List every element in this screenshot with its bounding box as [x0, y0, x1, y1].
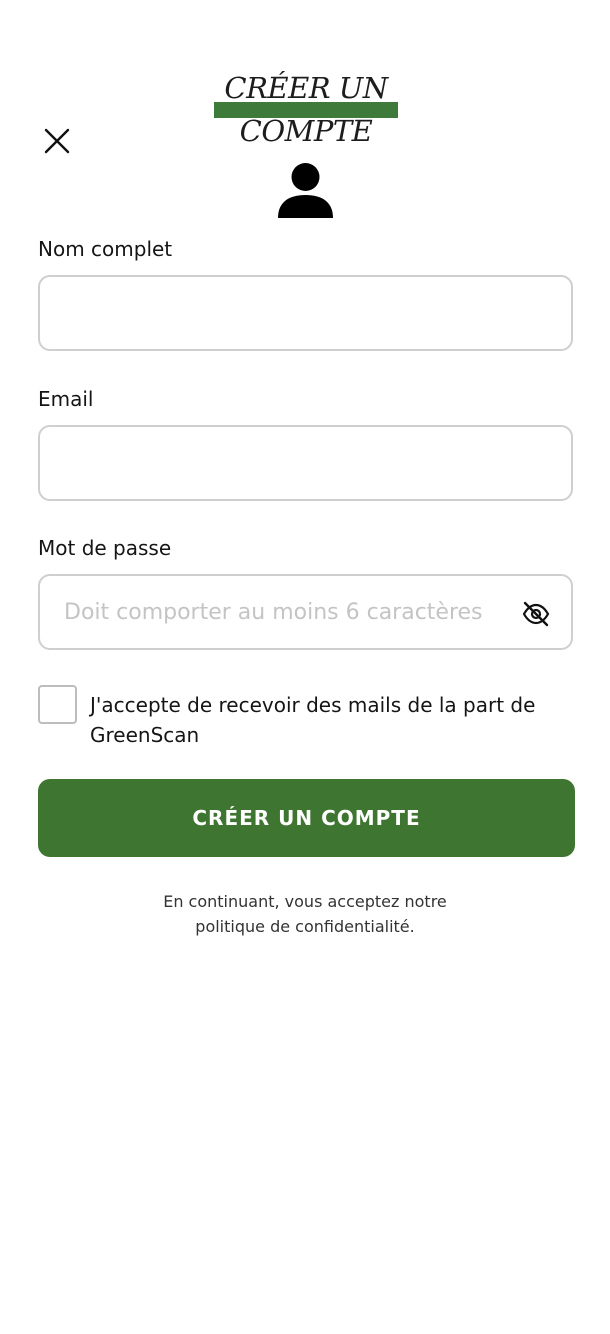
- password-field[interactable]: [38, 574, 573, 650]
- close-icon: [44, 128, 70, 154]
- newsletter-label[interactable]: J'accepte de recevoir des mails de la pa…: [90, 690, 560, 750]
- name-label: Nom complet: [38, 237, 173, 261]
- name-input[interactable]: [64, 277, 534, 349]
- privacy-note: En continuant, vous acceptez notre polit…: [0, 889, 610, 939]
- email-input[interactable]: [64, 427, 534, 499]
- password-label: Mot de passe: [38, 536, 172, 560]
- email-label: Email: [38, 387, 94, 411]
- privacy-policy-link[interactable]: politique de confidentialité.: [0, 914, 610, 939]
- email-field[interactable]: [38, 425, 573, 501]
- title-line-1: CRÉER UN: [224, 71, 388, 105]
- privacy-note-line-1: En continuant, vous acceptez notre: [163, 892, 447, 911]
- eye-off-icon: [522, 601, 550, 627]
- name-field[interactable]: [38, 275, 573, 351]
- page-title: CRÉER UN COMPTE: [214, 70, 398, 148]
- newsletter-checkbox[interactable]: [38, 685, 77, 724]
- title-line-2: COMPTE: [239, 114, 373, 148]
- password-input[interactable]: [64, 576, 534, 648]
- close-button[interactable]: [40, 124, 74, 158]
- create-account-button[interactable]: CRÉER UN COMPTE: [38, 779, 575, 857]
- avatar: [277, 162, 334, 219]
- toggle-password-visibility-button[interactable]: [521, 600, 551, 628]
- person-icon: [278, 163, 333, 218]
